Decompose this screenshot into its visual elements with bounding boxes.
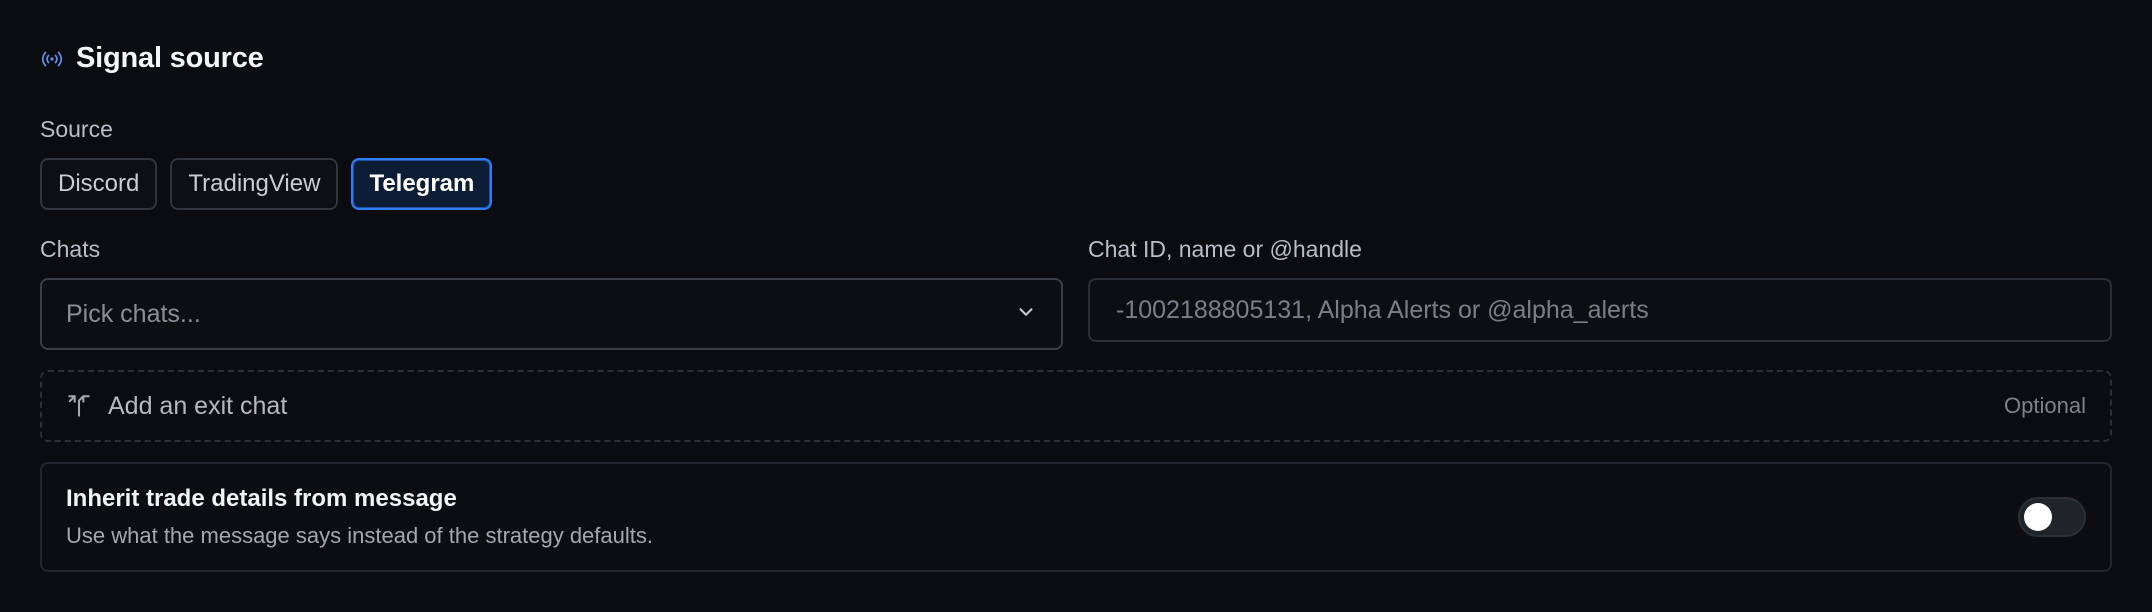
source-selector: Discord TradingView Telegram (40, 158, 493, 210)
inherit-description: Use what the message says instead of the… (66, 523, 653, 548)
toggle-knob (2024, 503, 2052, 531)
inherit-trade-details-card: Inherit trade details from message Use w… (40, 462, 2112, 572)
chevron-down-icon (1015, 301, 1037, 328)
source-option-telegram[interactable]: Telegram (351, 158, 493, 210)
split-arrow-icon (66, 393, 92, 419)
section-header: Signal source (40, 42, 264, 75)
chats-placeholder: Pick chats... (66, 299, 201, 328)
inherit-text-block: Inherit trade details from message Use w… (66, 485, 653, 549)
inherit-toggle[interactable] (2018, 497, 2086, 537)
optional-badge: Optional (2004, 393, 2086, 418)
chat-id-input[interactable] (1114, 294, 2086, 326)
chats-select[interactable]: Pick chats... (40, 278, 1063, 350)
chat-id-field[interactable] (1088, 278, 2112, 342)
broadcast-icon (40, 47, 64, 71)
add-exit-chat-button[interactable]: Add an exit chat Optional (40, 370, 2112, 442)
source-option-tradingview[interactable]: TradingView (170, 158, 339, 210)
inherit-title: Inherit trade details from message (66, 485, 457, 512)
source-label: Source (40, 116, 113, 142)
signal-source-panel: Signal source Source Discord TradingView… (0, 0, 2152, 612)
chats-label: Chats (40, 236, 101, 262)
section-title: Signal source (76, 42, 264, 74)
add-exit-chat-label: Add an exit chat (108, 391, 288, 420)
chat-id-label: Chat ID, name or @handle (1088, 236, 1362, 262)
source-option-discord[interactable]: Discord (40, 158, 158, 210)
